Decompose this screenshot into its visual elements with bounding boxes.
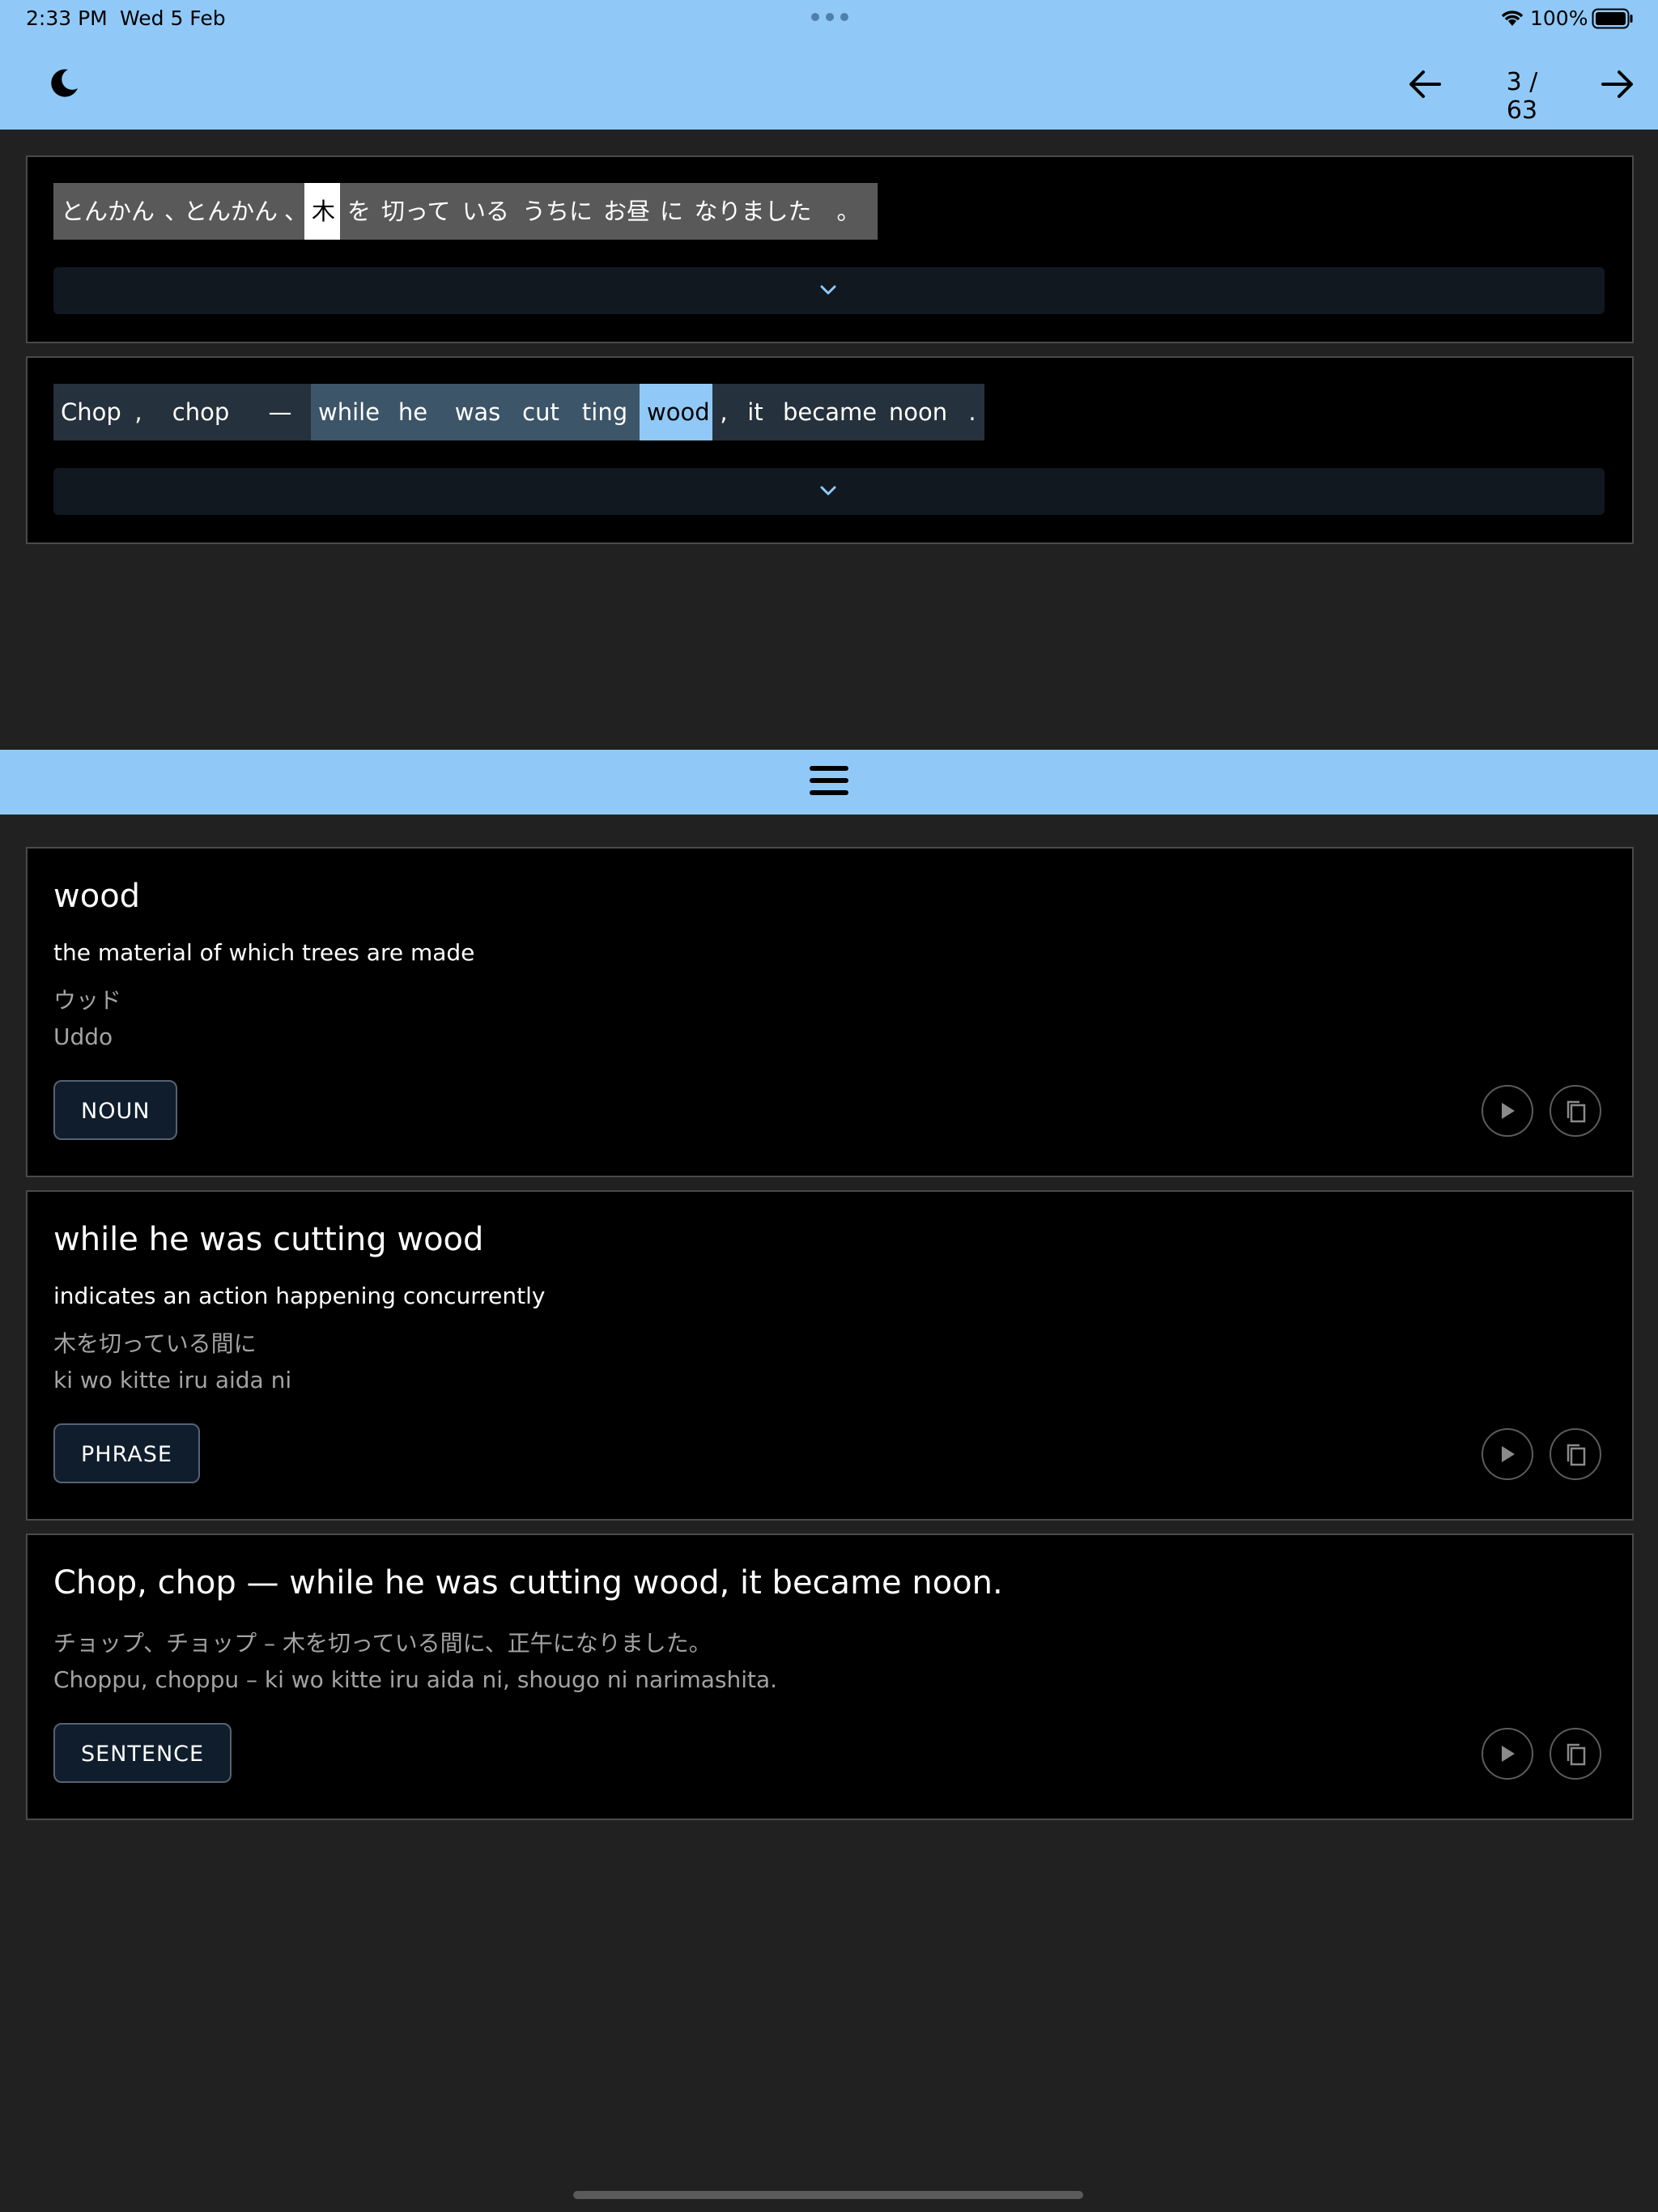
- en-token-phrase[interactable]: while: [311, 384, 382, 440]
- card-romaji: ki wo kitte iru aida ni: [53, 1367, 292, 1393]
- chevron-down-icon: [820, 486, 836, 496]
- en-token[interactable]: noon: [876, 384, 960, 440]
- jp-token[interactable]: いる: [455, 183, 515, 240]
- phrase-card: while he was cutting wood indicates an a…: [26, 1190, 1634, 1521]
- card-kana: 木を切っている間に: [53, 1330, 257, 1357]
- hamburger-icon[interactable]: [810, 766, 848, 802]
- english-sentence-panel: Chop , chop — while he was cut ting wood…: [26, 356, 1634, 544]
- copy-button[interactable]: [1550, 1085, 1601, 1137]
- panel-divider-handle[interactable]: [0, 750, 1658, 815]
- en-token-phrase[interactable]: he: [382, 384, 444, 440]
- en-token[interactable]: —: [249, 384, 311, 440]
- arrow-left-icon[interactable]: [1407, 68, 1443, 100]
- card-romaji: Choppu, choppu – ki wo kitte iru aida ni…: [53, 1666, 778, 1693]
- play-button[interactable]: [1482, 1085, 1533, 1137]
- wifi-icon: [1501, 11, 1524, 26]
- part-of-speech-badge[interactable]: PHRASE: [53, 1423, 200, 1483]
- status-time: 2:33 PM: [26, 6, 108, 30]
- chevron-down-icon: [820, 285, 836, 295]
- play-icon: [1502, 1446, 1515, 1462]
- battery-percent: 100%: [1530, 6, 1588, 30]
- word-card: wood the material of which trees are mad…: [26, 847, 1634, 1177]
- jp-token[interactable]: を: [340, 183, 374, 240]
- battery-icon: [1592, 8, 1633, 29]
- copy-button[interactable]: [1550, 1428, 1601, 1480]
- part-of-speech-badge[interactable]: SENTENCE: [53, 1723, 232, 1783]
- jp-token[interactable]: なりました: [687, 183, 819, 240]
- play-button[interactable]: [1482, 1728, 1533, 1780]
- play-icon: [1502, 1103, 1515, 1119]
- card-title: Chop, chop — while he was cutting wood, …: [53, 1564, 1003, 1602]
- card-romaji: Uddo: [53, 1023, 113, 1050]
- japanese-token-row: とんかん 、 とんかん 、 木 を 切って いる うちに お昼 に なりました …: [53, 183, 878, 240]
- en-token-phrase[interactable]: cut: [512, 384, 570, 440]
- en-token[interactable]: .: [960, 384, 984, 440]
- copy-icon: [1567, 1444, 1586, 1466]
- card-title: while he was cutting wood: [53, 1221, 484, 1258]
- jp-token[interactable]: うちに: [515, 183, 596, 240]
- part-of-speech-badge[interactable]: NOUN: [53, 1080, 178, 1140]
- en-token[interactable]: Chop: [53, 384, 125, 440]
- en-token[interactable]: it: [735, 384, 776, 440]
- status-date: Wed 5 Feb: [120, 6, 226, 30]
- moon-icon[interactable]: [47, 66, 81, 100]
- japanese-sentence-panel: とんかん 、 とんかん 、 木 を 切って いる うちに お昼 に なりました …: [26, 155, 1634, 343]
- jp-token-selected[interactable]: 木: [304, 183, 340, 240]
- card-kana: ウッド: [53, 987, 122, 1014]
- jp-token[interactable]: お昼: [596, 183, 653, 240]
- en-token[interactable]: became: [776, 384, 877, 440]
- jp-token[interactable]: とんかん: [176, 183, 278, 240]
- jp-token[interactable]: 、: [157, 183, 188, 240]
- japanese-expand-toggle[interactable]: [53, 267, 1605, 314]
- en-token[interactable]: ,: [125, 384, 152, 440]
- arrow-right-icon[interactable]: [1600, 68, 1635, 100]
- jp-token[interactable]: 切って: [374, 183, 455, 240]
- jp-token[interactable]: 、: [277, 183, 308, 240]
- en-token-phrase[interactable]: ting: [570, 384, 640, 440]
- play-icon: [1502, 1746, 1515, 1762]
- english-token-row: Chop , chop — while he was cut ting wood…: [53, 384, 984, 440]
- en-token[interactable]: ,: [712, 384, 735, 440]
- jp-token[interactable]: に: [653, 183, 687, 240]
- en-token-phrase[interactable]: was: [444, 384, 512, 440]
- multitask-dots-icon[interactable]: [811, 13, 848, 21]
- copy-button[interactable]: [1550, 1728, 1601, 1780]
- card-title: wood: [53, 878, 141, 915]
- en-token[interactable]: chop: [152, 384, 249, 440]
- card-kana: チョップ、チョップ – 木を切っている間に、正午になりました。: [53, 1630, 712, 1657]
- play-button[interactable]: [1482, 1428, 1533, 1480]
- card-definition: indicates an action happening concurrent…: [53, 1283, 546, 1309]
- card-definition: the material of which trees are made: [53, 939, 475, 966]
- jp-token[interactable]: とんかん: [53, 183, 157, 240]
- jp-token[interactable]: 。: [819, 183, 878, 240]
- sentence-card: Chop, chop — while he was cutting wood, …: [26, 1534, 1634, 1820]
- home-indicator[interactable]: [573, 2191, 1083, 2199]
- copy-icon: [1567, 1100, 1586, 1123]
- page-counter: 3 / 63: [1506, 68, 1538, 125]
- copy-icon: [1567, 1743, 1586, 1766]
- en-token-highlighted[interactable]: wood: [640, 384, 712, 440]
- top-bar: 2:33 PM Wed 5 Feb 100% 3 / 63: [0, 0, 1658, 130]
- english-expand-toggle[interactable]: [53, 468, 1605, 515]
